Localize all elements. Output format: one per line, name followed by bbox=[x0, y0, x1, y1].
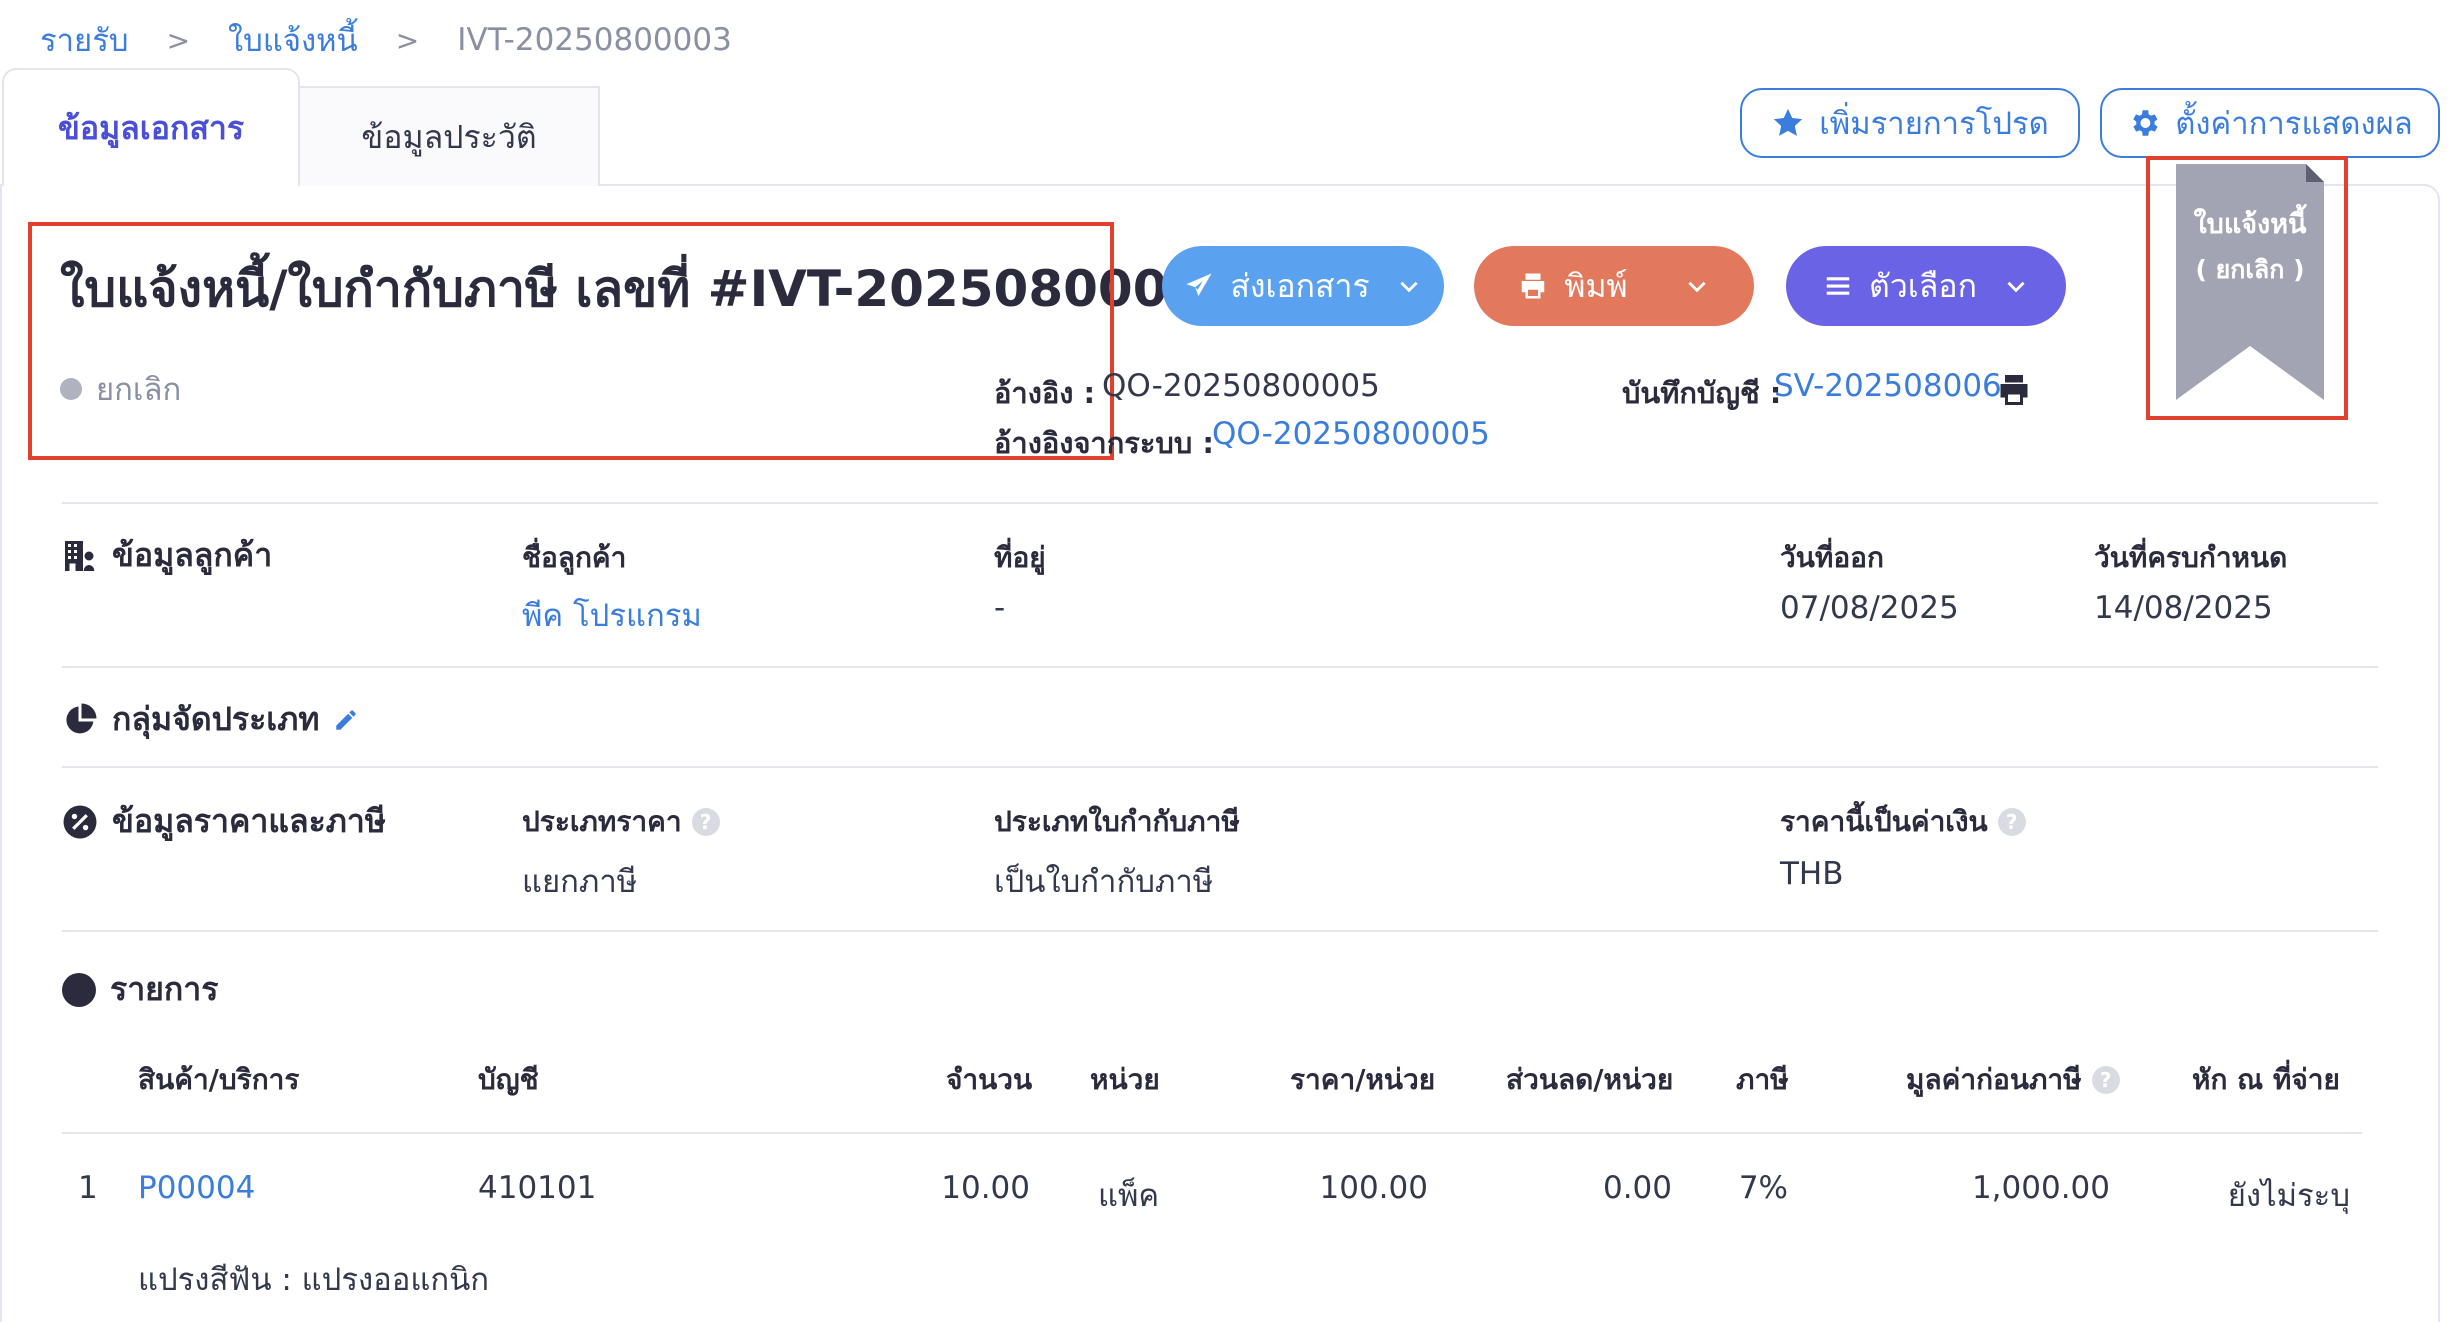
pencil-icon[interactable] bbox=[333, 707, 359, 733]
column-header-pre-tax-value: มูลค่าก่อนภาษี ? bbox=[1906, 1058, 2120, 1102]
pre-tax-value: 1,000.00 bbox=[1971, 1170, 2110, 1206]
star-icon bbox=[1774, 108, 1803, 136]
column-header-discount: ส่วนลด/หน่วย bbox=[1506, 1063, 1674, 1096]
customer-section-title: ข้อมูลลูกค้า bbox=[112, 536, 273, 574]
options-label: ตัวเลือก bbox=[1869, 266, 1977, 305]
account-record-link[interactable]: SV-202508006 bbox=[1774, 368, 2002, 404]
tax-value: 7% bbox=[1738, 1170, 1788, 1206]
help-icon[interactable]: ? bbox=[691, 808, 720, 836]
system-reference-label: อ้างอิงจากระบบ : bbox=[994, 426, 1214, 460]
paper-plane-icon bbox=[1186, 273, 1212, 296]
customer-name-label: ชื่อลูกค้า bbox=[522, 541, 627, 574]
breadcrumb-separator: > bbox=[166, 23, 191, 57]
column-header-product: สินค้า/บริการ bbox=[138, 1063, 300, 1096]
customer-section-heading: ข้อมูลลูกค้า bbox=[62, 530, 272, 581]
display-settings-button[interactable]: ตั้งค่าการแสดงผล bbox=[2100, 88, 2440, 158]
printer-icon bbox=[1522, 273, 1545, 299]
items-section-heading: รายการ bbox=[62, 964, 218, 1015]
currency-value: THB bbox=[1780, 856, 1844, 892]
print-button[interactable]: พิมพ์ bbox=[1474, 246, 1754, 326]
tax-invoice-type-label: ประเภทใบกำกับภาษี bbox=[994, 805, 1240, 838]
tab-history[interactable]: ข้อมูลประวัติ bbox=[298, 86, 600, 186]
menu-icon bbox=[1826, 277, 1850, 295]
pre-tax-value-header-text: มูลค่าก่อนภาษี bbox=[1906, 1063, 2082, 1096]
customer-name-link[interactable]: พีค โปรแกรม bbox=[522, 590, 702, 640]
address-value: - bbox=[994, 590, 1006, 626]
add-favorite-button[interactable]: เพิ่มรายการโปรด bbox=[1740, 88, 2080, 158]
reference-value: QO-20250800005 bbox=[1102, 368, 1380, 404]
breadcrumb-separator: > bbox=[395, 23, 420, 57]
unit-price-value: 100.00 bbox=[1319, 1170, 1428, 1206]
category-group-title: กลุ่มจัดประเภท bbox=[112, 700, 320, 738]
pricing-section-heading: ข้อมูลราคาและภาษี bbox=[62, 796, 386, 847]
unit-value: แพ็ค bbox=[1098, 1178, 1160, 1214]
due-date-label: วันที่ครบกำหนด bbox=[2094, 541, 2288, 574]
chevron-down-icon bbox=[1688, 281, 1706, 293]
items-section-title: รายการ bbox=[110, 970, 219, 1008]
send-document-button[interactable]: ส่งเอกสาร bbox=[1162, 246, 1444, 326]
add-favorite-label: เพิ่มรายการโปรด bbox=[1819, 106, 2049, 142]
divider bbox=[62, 502, 2378, 504]
row-number: 1 bbox=[78, 1170, 98, 1206]
account-code: 410101 bbox=[478, 1170, 597, 1206]
column-header-quantity: จำนวน bbox=[946, 1063, 1033, 1096]
send-document-label: ส่งเอกสาร bbox=[1230, 266, 1370, 305]
breadcrumb-current: IVT-20250800003 bbox=[457, 22, 732, 58]
due-date-value: 14/08/2025 bbox=[2094, 590, 2273, 626]
item-description: แปรงสีฟัน : แปรงออแกนิก bbox=[138, 1262, 490, 1298]
printer-icon[interactable] bbox=[1996, 372, 2032, 408]
price-type-value: แยกภาษี bbox=[522, 864, 638, 900]
pie-chart-icon bbox=[66, 703, 97, 733]
highlight-box-title bbox=[28, 222, 1114, 460]
chevron-down-icon bbox=[1400, 281, 1418, 293]
help-icon[interactable]: ? bbox=[2091, 1066, 2120, 1094]
category-group-heading: กลุ่มจัดประเภท bbox=[62, 694, 359, 745]
help-icon[interactable]: ? bbox=[1997, 808, 2026, 836]
print-label: พิมพ์ bbox=[1564, 266, 1628, 305]
tax-invoice-type-value: เป็นใบกำกับภาษี bbox=[994, 864, 1214, 900]
column-header-withholding: หัก ณ ที่จ่าย bbox=[2192, 1063, 2340, 1096]
system-reference-link[interactable]: QO-20250800005 bbox=[1212, 416, 1490, 452]
bullet-icon bbox=[62, 972, 96, 1007]
pricing-section-title: ข้อมูลราคาและภาษี bbox=[112, 802, 386, 840]
divider bbox=[62, 930, 2378, 932]
address-label: ที่อยู่ bbox=[994, 541, 1046, 574]
price-type-label: ประเภทราคา ? bbox=[522, 800, 720, 844]
divider bbox=[62, 766, 2378, 768]
gear-icon bbox=[2133, 110, 2158, 136]
breadcrumb-invoice[interactable]: ใบแจ้งหนี้ bbox=[228, 15, 358, 65]
highlight-box-ribbon bbox=[2146, 156, 2348, 420]
currency-label-text: ราคานี้เป็นค่าเงิน bbox=[1780, 805, 1988, 838]
breadcrumb: รายรับ > ใบแจ้งหนี้ > IVT-20250800003 bbox=[40, 18, 732, 62]
column-header-unit-price: ราคา/หน่วย bbox=[1290, 1063, 1436, 1096]
percent-badge-icon bbox=[63, 805, 97, 838]
account-record-label: บันทึกบัญชี : bbox=[1622, 376, 1782, 410]
column-header-tax: ภาษี bbox=[1736, 1063, 1789, 1096]
divider bbox=[62, 666, 2378, 668]
column-header-account: บัญชี bbox=[478, 1063, 539, 1096]
display-settings-label: ตั้งค่าการแสดงผล bbox=[2175, 106, 2413, 142]
withholding-value: ยังไม่ระบุ bbox=[2227, 1178, 2350, 1214]
table-header-divider bbox=[62, 1132, 2362, 1134]
reference-label: อ้างอิง : bbox=[994, 376, 1096, 410]
product-code-link[interactable]: P00004 bbox=[138, 1170, 255, 1206]
currency-label: ราคานี้เป็นค่าเงิน ? bbox=[1780, 800, 2026, 844]
tab-document-info[interactable]: ข้อมูลเอกสาร bbox=[2, 68, 300, 186]
quantity-value: 10.00 bbox=[941, 1170, 1030, 1206]
column-header-unit: หน่วย bbox=[1090, 1063, 1160, 1096]
issue-date-value: 07/08/2025 bbox=[1780, 590, 1959, 626]
invoice-detail-page: รายรับ > ใบแจ้งหนี้ > IVT-20250800003 ข้… bbox=[0, 0, 2450, 1322]
issue-date-label: วันที่ออก bbox=[1780, 541, 1884, 574]
breadcrumb-income[interactable]: รายรับ bbox=[40, 15, 129, 65]
building-user-icon bbox=[65, 540, 95, 571]
options-button[interactable]: ตัวเลือก bbox=[1786, 246, 2066, 326]
discount-value: 0.00 bbox=[1602, 1170, 1672, 1206]
price-type-label-text: ประเภทราคา bbox=[522, 805, 682, 838]
chevron-down-icon bbox=[2007, 281, 2025, 293]
